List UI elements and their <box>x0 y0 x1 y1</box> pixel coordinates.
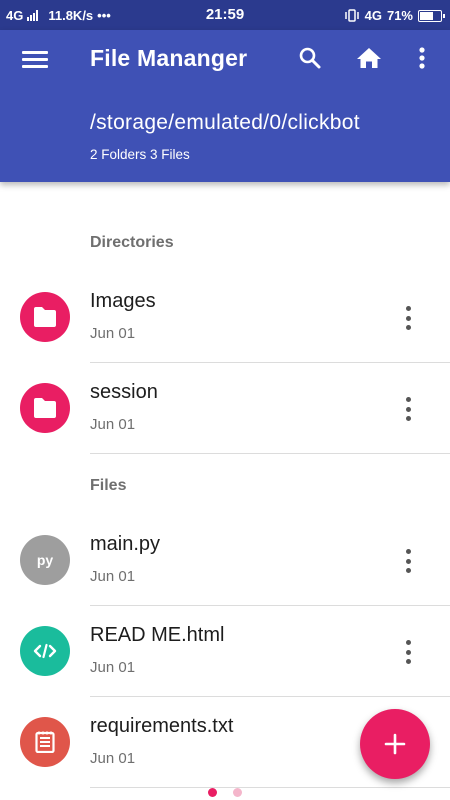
item-more-icon[interactable] <box>403 397 413 421</box>
battery-icon <box>418 9 445 22</box>
app-title: File Mananger <box>90 45 248 71</box>
item-date: Jun 01 <box>90 568 136 585</box>
folder-icon <box>20 292 70 342</box>
plus-icon <box>384 733 406 755</box>
file-type-label: py <box>36 552 54 568</box>
list-item-directory[interactable]: session Jun 01 <box>0 363 450 454</box>
item-date: Jun 01 <box>90 416 136 433</box>
vibrate-icon <box>344 9 359 22</box>
current-path: /storage/emulated/0/clickbot <box>90 111 360 134</box>
item-name: Images <box>90 290 156 312</box>
home-icon[interactable] <box>356 44 382 72</box>
page-indicator <box>0 788 450 797</box>
page-dot-active <box>208 788 217 797</box>
item-name: requirements.txt <box>90 715 234 737</box>
divider <box>90 453 450 454</box>
status-right: 4G 71% <box>344 8 445 23</box>
text-file-icon <box>20 717 70 767</box>
item-counts: 2 Folders 3 Files <box>90 147 190 162</box>
app-bar: File Mananger /storage/emulated/0/clickb… <box>0 30 450 182</box>
item-more-icon[interactable] <box>403 306 413 330</box>
status-bar: 4G 11.8K/s ••• 21:59 4G 71% <box>0 0 450 30</box>
code-icon <box>20 626 70 676</box>
menu-icon[interactable] <box>22 46 48 72</box>
item-date: Jun 01 <box>90 325 136 342</box>
item-more-icon[interactable] <box>403 640 413 664</box>
item-name: session <box>90 381 158 403</box>
python-file-icon: py <box>20 535 70 585</box>
list-item-directory[interactable]: Images Jun 01 <box>0 272 450 363</box>
item-more-icon[interactable] <box>403 549 413 573</box>
page-dot <box>233 788 242 797</box>
search-icon[interactable] <box>297 44 323 72</box>
folder-icon <box>20 383 70 433</box>
item-date: Jun 01 <box>90 659 136 676</box>
add-button[interactable] <box>360 709 430 779</box>
battery-percent: 71% <box>386 8 413 23</box>
item-date: Jun 01 <box>90 750 136 767</box>
item-name: READ ME.html <box>90 624 225 646</box>
network-type-right: 4G <box>364 8 382 23</box>
overflow-menu-icon[interactable] <box>409 44 435 72</box>
item-name: main.py <box>90 533 161 555</box>
directories-header: Directories <box>90 232 174 252</box>
files-header: Files <box>90 477 127 494</box>
list-item-file[interactable]: py main.py Jun 01 <box>0 515 450 606</box>
list-item-file[interactable]: READ ME.html Jun 01 <box>0 606 450 697</box>
directories-header-label: Directories <box>90 234 174 251</box>
